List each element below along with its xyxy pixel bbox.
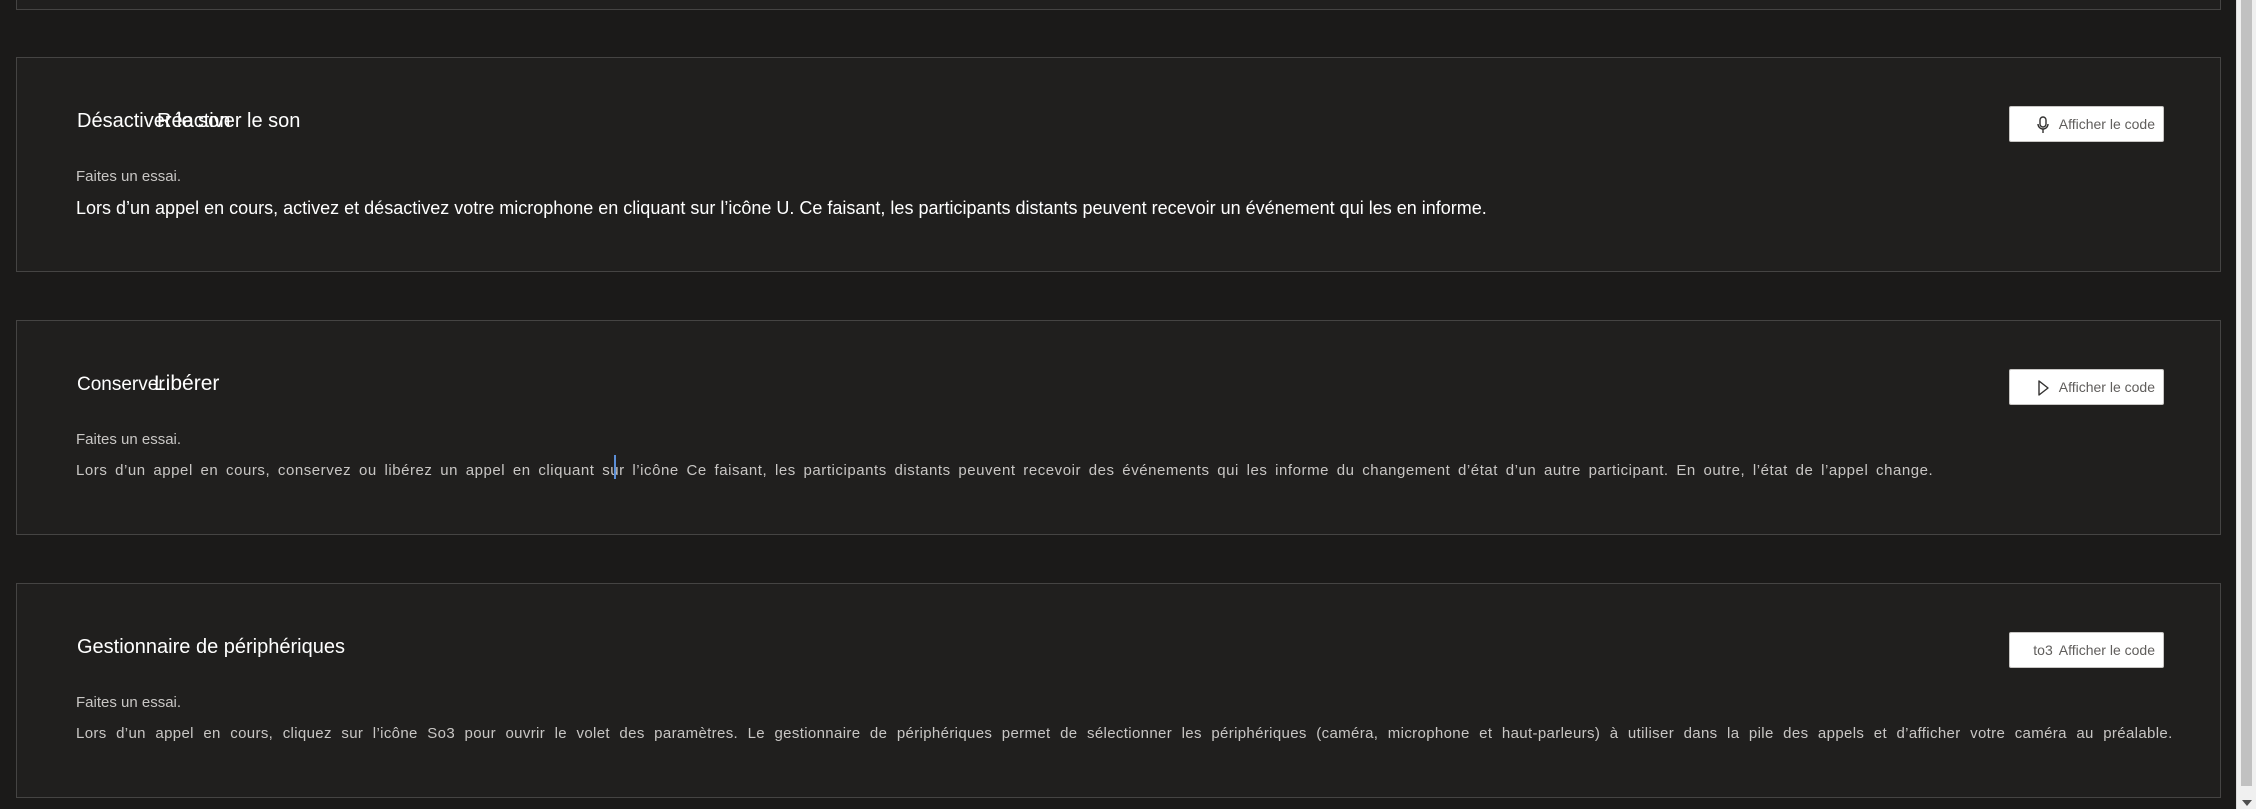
show-code-label: Afficher le code [2058, 116, 2155, 132]
page: Désactiver le son Réactiver le son Faite… [0, 0, 2256, 809]
mute-description: Lors d’un appel en cours, activez et dés… [76, 198, 1487, 218]
previous-section-card [16, 0, 2221, 10]
release-title-label: Libérer [154, 372, 220, 395]
show-code-label: Afficher le code [2058, 379, 2155, 395]
mute-section-title: Désactiver le son Réactiver le son [77, 110, 300, 133]
device-manager-section-card: Gestionnaire de périphériques Faites un … [16, 583, 2221, 798]
scrollbar-thumb[interactable] [2241, 0, 2252, 786]
scroll-down-arrow-icon[interactable] [2242, 800, 2252, 806]
try-it-label: Faites un essai. [76, 431, 182, 448]
device-manager-description: Lors d’un appel en cours, cliquez sur l’… [76, 725, 2173, 742]
show-code-button[interactable]: to3 Afficher le code [2009, 632, 2164, 668]
try-it-label: Faites un essai. [76, 694, 182, 711]
unmute-title-label: Réactiver le son [157, 110, 301, 132]
show-code-label: Afficher le code [2058, 642, 2155, 658]
hold-description: Lors d’un appel en cours, conservez ou l… [76, 462, 1934, 479]
microphone-icon [2037, 116, 2049, 133]
mute-section-card: Désactiver le son Réactiver le son Faite… [16, 57, 2221, 272]
settings-icon-label: to3 [2033, 642, 2053, 658]
play-icon [2038, 380, 2049, 396]
hold-section-title: Conserver Libérer [77, 372, 219, 396]
try-it-label: Faites un essai. [76, 168, 182, 185]
hold-title-label: Conserver [77, 374, 165, 395]
hold-section-card: Conserver Libérer Faites un essai. Lors … [16, 320, 2221, 535]
show-code-button[interactable]: Afficher le code [2009, 106, 2164, 142]
device-manager-title: Gestionnaire de périphériques [77, 636, 345, 658]
text-cursor [614, 455, 616, 479]
vertical-scrollbar[interactable] [2236, 0, 2256, 809]
show-code-button[interactable]: Afficher le code [2009, 369, 2164, 405]
